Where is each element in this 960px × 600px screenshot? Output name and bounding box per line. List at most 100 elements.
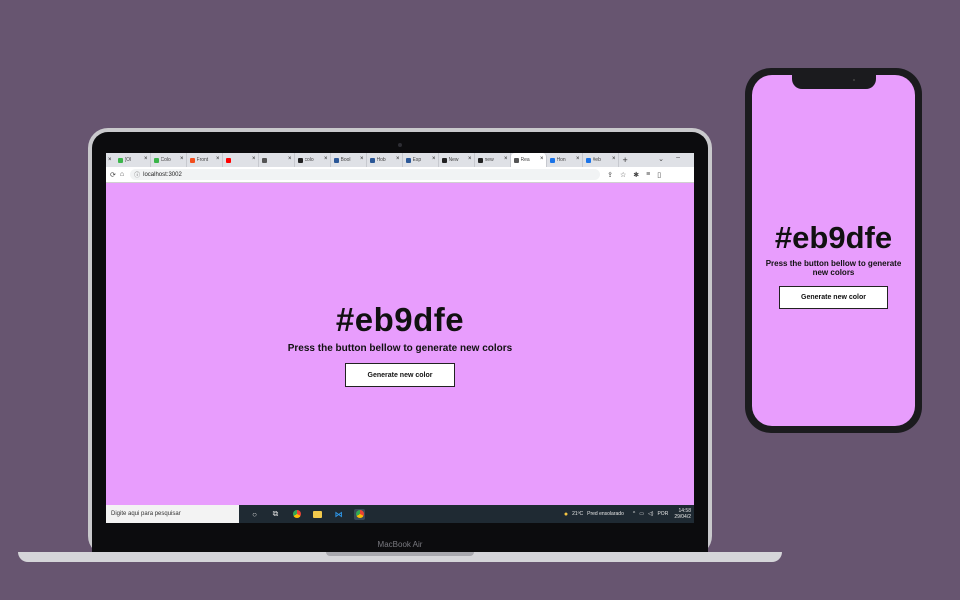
phone-color-hex-title: #eb9dfe: [774, 220, 893, 255]
browser-tab[interactable]: Front ×: [187, 153, 223, 167]
file-explorer-icon[interactable]: [312, 509, 323, 520]
chrome-icon[interactable]: [291, 509, 302, 520]
tab-favicon-icon: [585, 157, 591, 163]
tab-favicon-icon: [549, 157, 555, 163]
browser-tab-bar: × (Ol × Colo × Front × × × colo × Bool × Hob × Esp × New ×…: [106, 153, 694, 167]
tab-close-icon[interactable]: ×: [540, 156, 544, 162]
tab-search-icon[interactable]: ⌄: [658, 155, 664, 163]
tab-title: Bool: [340, 157, 351, 163]
cortana-icon[interactable]: ○: [249, 509, 260, 520]
tab-favicon-icon: [117, 157, 123, 163]
reading-list-icon[interactable]: ≡: [646, 171, 650, 178]
browser-tab[interactable]: Rea ×: [510, 153, 547, 167]
browser-tab[interactable]: (Ol ×: [115, 153, 151, 167]
reload-icon[interactable]: ⟳: [110, 171, 116, 179]
tab-close-icon[interactable]: ×: [216, 156, 220, 162]
home-icon[interactable]: ⌂: [120, 171, 124, 178]
tab-close-icon[interactable]: ×: [468, 156, 472, 162]
system-tray: ● 21ºC Pred ensolarado ^ ▭ ◁) POR 14:58 …: [560, 508, 694, 520]
browser-tab[interactable]: Hon ×: [547, 153, 583, 167]
tab-title: Hon: [556, 157, 566, 163]
color-hex-title: #eb9dfe: [335, 301, 465, 338]
weather-desc: Pred ensolarado: [587, 511, 624, 517]
tab-title: (Ol: [124, 157, 132, 163]
tab-close-icon[interactable]: ×: [612, 156, 616, 162]
tab-close-icon[interactable]: ×: [576, 156, 580, 162]
phone-camera-icon: [853, 79, 855, 81]
instruction-text: Press the button bellow to generate new …: [287, 343, 513, 354]
tab-title: New: [448, 157, 459, 163]
tab-close-icon[interactable]: ×: [432, 156, 436, 162]
tab-close-icon[interactable]: ×: [288, 156, 292, 162]
app-page: #eb9dfe Press the button bellow to gener…: [106, 183, 694, 505]
browser-tab[interactable]: ×: [223, 153, 259, 167]
tab-close-icon[interactable]: ×: [144, 156, 148, 162]
tab-title: Esp: [412, 157, 422, 163]
tab-close-icon[interactable]: ×: [252, 156, 256, 162]
laptop-screen: × (Ol × Colo × Front × × × colo × Bool × Hob × Esp × New ×…: [106, 153, 694, 523]
task-view-icon[interactable]: ⧉: [270, 509, 281, 520]
tab-close-icon[interactable]: ×: [360, 156, 364, 162]
network-icon[interactable]: ▭: [639, 511, 644, 517]
tab-close-icon[interactable]: ×: [108, 157, 112, 163]
tab-title: Hob: [376, 157, 386, 163]
side-panel-icon[interactable]: ▯: [657, 171, 661, 179]
tab-close-icon[interactable]: ×: [180, 156, 184, 162]
tab-close-icon[interactable]: ×: [504, 156, 508, 162]
tab-favicon-icon: [261, 157, 267, 163]
camera-icon: [398, 143, 402, 147]
browser-tab[interactable]: Bool ×: [331, 153, 367, 167]
tab-favicon-icon: [189, 157, 195, 163]
tab-favicon-icon: [513, 157, 519, 163]
url-input[interactable]: ⓘ localhost:3002: [130, 169, 601, 180]
weather-temp: 21ºC: [572, 511, 584, 517]
browser-tab[interactable]: ×: [259, 153, 295, 167]
taskbar-clock[interactable]: 14:58 29/04/2: [674, 508, 691, 520]
tab-favicon-icon: [153, 157, 159, 163]
tab-favicon-icon: [297, 157, 303, 163]
browser-tab[interactable]: Esp ×: [403, 153, 439, 167]
new-tab-button[interactable]: +: [623, 155, 628, 165]
phone-screen: #eb9dfe Press the button bellow to gener…: [752, 75, 915, 426]
tab-favicon-icon: [405, 157, 411, 163]
browser-tab[interactable]: colo ×: [295, 153, 331, 167]
tab-title: Rea: [520, 157, 530, 163]
info-icon[interactable]: ⓘ: [134, 170, 140, 179]
tab-favicon-icon: [369, 157, 375, 163]
tab-title: new: [484, 157, 494, 163]
taskbar-search-input[interactable]: Digite aqui para pesquisar: [106, 505, 239, 523]
tab-favicon-icon: [225, 157, 231, 163]
phone-instruction-text: Press the button bellow to generate new …: [765, 259, 902, 277]
chrome-active-icon[interactable]: [354, 508, 365, 520]
windows-taskbar: Digite aqui para pesquisar ○ ⧉ ⋈ ● 21ºC …: [106, 505, 694, 523]
browser-address-bar: ⟳ ⌂ ⓘ localhost:3002 ⇪ ☆ ✱ ≡ ▯: [106, 167, 694, 183]
tab-close-icon[interactable]: ×: [396, 156, 400, 162]
browser-tab[interactable]: Colo ×: [151, 153, 187, 167]
phone-notch: [792, 75, 876, 89]
language-label[interactable]: POR: [657, 511, 668, 517]
tab-favicon-icon: [477, 157, 483, 163]
tab-title: Front: [196, 157, 209, 163]
tab-title: colo: [304, 157, 314, 163]
extensions-icon[interactable]: ✱: [633, 171, 639, 179]
browser-tab[interactable]: New ×: [439, 153, 475, 167]
tab-title: Colo: [160, 157, 171, 163]
generate-color-button[interactable]: Generate new color: [345, 363, 455, 387]
bookmark-star-icon[interactable]: ☆: [620, 171, 626, 179]
vscode-icon[interactable]: ⋈: [333, 509, 344, 520]
macbook-label: MacBook Air: [377, 540, 423, 549]
share-icon[interactable]: ⇪: [607, 171, 613, 179]
tab-favicon-icon: [333, 157, 339, 163]
volume-icon[interactable]: ◁): [648, 511, 654, 517]
weather-icon[interactable]: ●: [564, 511, 568, 518]
tab-title: #eb: [592, 157, 601, 163]
browser-tab[interactable]: new ×: [475, 153, 511, 167]
tray-expand-icon[interactable]: ^: [633, 511, 635, 517]
tab-close-icon[interactable]: ×: [324, 156, 328, 162]
browser-tab[interactable]: #eb ×: [583, 153, 619, 167]
window-minimize-icon[interactable]: –: [676, 154, 680, 161]
browser-tab[interactable]: Hob ×: [367, 153, 403, 167]
clock-date: 29/04/2: [674, 514, 691, 520]
phone-generate-color-button[interactable]: Generate new color: [779, 286, 888, 309]
laptop-opening-notch: [326, 552, 474, 556]
